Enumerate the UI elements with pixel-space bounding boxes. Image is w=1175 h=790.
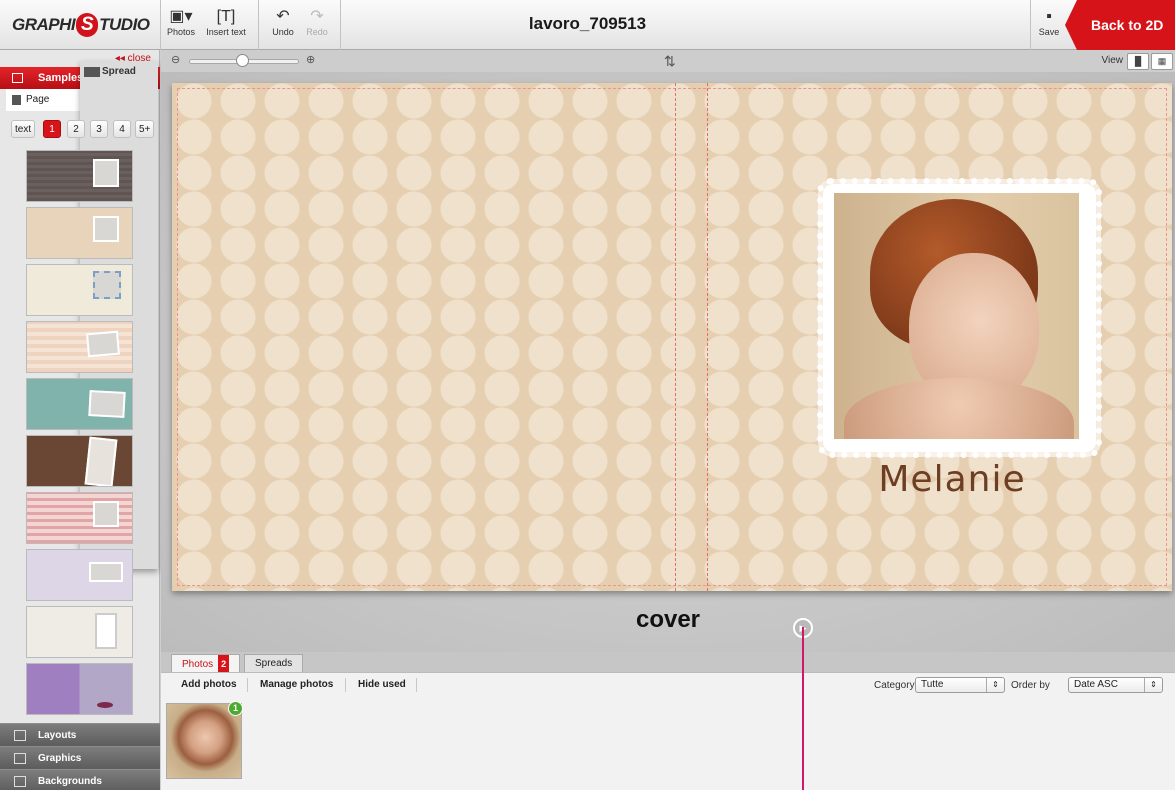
thumbnail-photo-slot xyxy=(93,159,119,187)
back-to-2d-button[interactable]: Back to 2D xyxy=(1065,0,1175,50)
photo-frame[interactable] xyxy=(817,178,1102,458)
order-by-label: Order by xyxy=(1011,680,1050,691)
tray-divider xyxy=(345,678,346,692)
spine-guide xyxy=(707,83,708,591)
backgrounds-category[interactable]: Backgrounds xyxy=(0,769,160,790)
redo-icon: ↷ xyxy=(310,8,324,25)
toolbar-divider xyxy=(340,0,341,50)
samples-icon xyxy=(12,73,23,83)
select-arrows-icon: ⇕ xyxy=(986,678,1004,692)
sample-thumbnail[interactable] xyxy=(26,150,133,202)
backgrounds-icon xyxy=(14,776,26,787)
filter-5plus-button[interactable]: 5+ xyxy=(135,120,155,138)
page-tab[interactable]: Page xyxy=(6,89,80,111)
thumbnail-photo-slot xyxy=(84,436,118,486)
grid-view-button[interactable]: ▦ xyxy=(1151,53,1173,70)
sample-thumbnail[interactable] xyxy=(26,606,133,658)
category-label: Category xyxy=(874,680,915,691)
sample-thumbnail[interactable] xyxy=(26,492,133,544)
cover-spread[interactable]: Melanie xyxy=(172,83,1172,591)
graphics-icon xyxy=(14,753,26,764)
sample-thumbnail[interactable] xyxy=(26,207,133,259)
graphistudio-editor: GRAPHI S TUDIO ▣▾ Photos [T] Insert text ↶… xyxy=(0,0,1175,790)
hide-used-link[interactable]: Hide used xyxy=(358,679,406,690)
top-toolbar: GRAPHI S TUDIO ▣▾ Photos [T] Insert text ↶… xyxy=(0,0,1175,50)
samples-sidebar: ◂◂ close Samples Page Spread text 1 2 3 … xyxy=(0,50,160,790)
page-label: cover xyxy=(635,606,701,633)
thumbnail-photo-slot xyxy=(86,330,120,358)
layouts-category[interactable]: Layouts xyxy=(0,723,160,746)
filter-3-button[interactable]: 3 xyxy=(90,120,108,138)
zoom-out-icon[interactable]: ⊖ xyxy=(171,53,180,66)
add-photos-link[interactable]: Add photos xyxy=(181,679,237,690)
photos-icon: ▣▾ xyxy=(169,8,193,25)
filter-text-button[interactable]: text xyxy=(11,120,36,138)
spread-view-button[interactable]: ▐▌ xyxy=(1127,53,1149,70)
graphics-category[interactable]: Graphics xyxy=(0,746,160,769)
tray-divider xyxy=(247,678,248,692)
save-button[interactable]: ▪ Save xyxy=(1036,7,1062,37)
sample-thumbnail[interactable] xyxy=(26,435,133,487)
category-select[interactable]: Tutte ⇕ xyxy=(915,677,1005,693)
zoom-slider-handle[interactable] xyxy=(236,54,249,67)
sample-thumbnail[interactable] xyxy=(26,321,133,373)
spine-guide xyxy=(675,83,676,591)
layouts-icon xyxy=(14,730,26,741)
select-arrows-icon: ⇕ xyxy=(1144,678,1162,692)
tab-spreads[interactable]: Spreads xyxy=(244,654,304,672)
canvas-toolbar: ⊖ ⊕ ⇅ View ▐▌ ▦ xyxy=(161,50,1175,72)
view-label: View xyxy=(1101,55,1124,66)
photos-button[interactable]: ▣▾ Photos xyxy=(166,7,196,37)
filter-4-button[interactable]: 4 xyxy=(113,120,131,138)
filter-1-button[interactable]: 1 xyxy=(43,120,61,138)
swap-pages-icon[interactable]: ⇅ xyxy=(664,53,676,70)
toolbar-divider xyxy=(258,0,259,50)
thumbnail-photo-slot xyxy=(95,613,117,649)
thumbnail-photo-slot xyxy=(93,501,119,527)
undo-button[interactable]: ↶ Undo xyxy=(268,7,298,37)
used-count-badge: 1 xyxy=(228,701,243,716)
cover-name-text[interactable]: Melanie xyxy=(872,459,1032,500)
spread-icon xyxy=(84,67,100,77)
filter-2-button[interactable]: 2 xyxy=(67,120,85,138)
order-by-select[interactable]: Date ASC ⇕ xyxy=(1068,677,1163,693)
insert-text-button[interactable]: [T] Insert text xyxy=(203,7,249,37)
tray-photo-thumbnail[interactable]: 1 xyxy=(166,701,243,779)
toolbar-divider xyxy=(160,0,161,50)
tab-photos[interactable]: Photos 2 xyxy=(171,654,241,673)
thumbnail-photo-slot xyxy=(88,390,126,418)
thumbnail-photo-slot xyxy=(93,216,119,242)
baby-photo[interactable] xyxy=(834,193,1079,439)
thumbnail-photo-slot xyxy=(89,562,123,582)
redo-button[interactable]: ↷ Redo xyxy=(302,7,332,37)
manage-photos-link[interactable]: Manage photos xyxy=(260,679,333,690)
sample-thumbnail[interactable] xyxy=(26,663,133,715)
sample-thumbnail[interactable] xyxy=(26,549,133,601)
sample-thumbnail-list xyxy=(0,144,160,722)
zoom-in-icon[interactable]: ⊕ xyxy=(306,53,315,66)
save-icon: ▪ xyxy=(1046,8,1052,25)
sample-thumbnail[interactable] xyxy=(26,264,133,316)
photo-tray: Add photos Manage photos Hide used Categ… xyxy=(161,672,1175,790)
toolbar-divider xyxy=(1030,0,1031,50)
tray-divider xyxy=(416,678,417,692)
editor-canvas: Melanie cover ▶ xyxy=(161,72,1175,652)
page-icon xyxy=(12,95,21,105)
insert-text-icon: [T] xyxy=(216,8,236,25)
thumbnail-decoration xyxy=(97,702,113,708)
graphistudio-logo: GRAPHI S TUDIO xyxy=(12,13,150,37)
photo-count-badge: 2 xyxy=(218,655,230,673)
sample-thumbnail[interactable] xyxy=(26,378,133,430)
undo-icon: ↶ xyxy=(276,8,290,25)
pointer-line xyxy=(802,627,804,790)
thumbnail-photo-slot xyxy=(93,271,121,299)
tray-tabs: Photos 2 Spreads xyxy=(161,652,1175,673)
